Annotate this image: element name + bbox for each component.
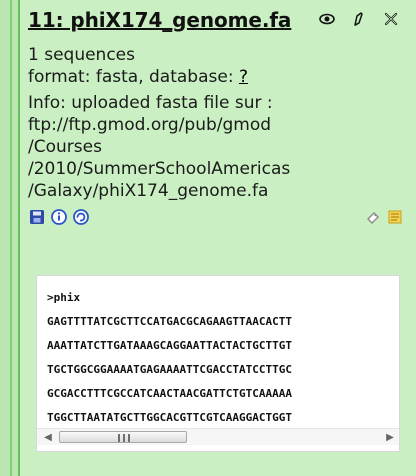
info-line-5: /Galaxy/phiX174_genome.fa (28, 181, 269, 201)
database-link[interactable]: ? (239, 67, 248, 87)
sequence-line-4: GCGACCTTTCGCCATCAACTAACGATTCTGTCAAAAA (47, 387, 293, 400)
sequence-count: 1 sequences (28, 45, 135, 65)
dataset-meta: 1 sequences format: fasta, database: ? (28, 44, 410, 88)
sequence-line-3: TGCTGGCGGAAAATGAGAAAATTCGACCTATCCTTGC (47, 363, 293, 376)
save-icon[interactable] (28, 208, 46, 226)
horizontal-scrollbar[interactable]: ◀ ▶ (37, 428, 399, 445)
rerun-icon[interactable] (72, 208, 90, 226)
format-database-line: format: fasta, database: ? (28, 66, 410, 88)
dataset-info: Info: uploaded fasta file sur : ftp://ft… (28, 92, 410, 202)
tag-icon[interactable] (364, 208, 382, 226)
info-line-4: /2010/SummerSchoolAmericas (28, 159, 291, 179)
sequence-preview-content: >phix GAGTTTTATCGCTTCCATGACGCAGAAGTTAACA… (37, 276, 399, 430)
left-strip (0, 0, 20, 476)
dataset-title-row: 11: phiX174_genome.fa (28, 8, 410, 38)
sequence-line-2: AAATTATCTTGATAAAGCAGGAATTACTACTGCTTGT (47, 339, 293, 352)
format-database-prefix: format: fasta, database: (28, 67, 239, 87)
dataset-title[interactable]: 11: phiX174_genome.fa (28, 8, 291, 32)
scrollbar-grip-icon (118, 434, 130, 442)
pencil-icon[interactable] (350, 10, 368, 28)
sequence-line-1: GAGTTTTATCGCTTCCATGACGCAGAAGTTAACACTT (47, 315, 293, 328)
delete-icon[interactable] (382, 10, 400, 28)
history-item-panel: 11: phiX174_genome.fa 1 sequences format… (0, 0, 416, 476)
info-line-3: /Courses (28, 137, 102, 157)
annotation-icon[interactable] (386, 208, 404, 226)
info-line-1: Info: uploaded fasta file sur : (28, 93, 273, 113)
scroll-left-arrow-icon[interactable]: ◀ (39, 430, 57, 445)
scroll-right-arrow-icon[interactable]: ▶ (381, 430, 399, 445)
left-action-icons (28, 208, 90, 226)
eye-icon[interactable] (318, 10, 336, 28)
dataset-content: 11: phiX174_genome.fa 1 sequences format… (28, 8, 410, 234)
info-line-2: ftp://ftp.gmod.org/pub/gmod (28, 115, 272, 135)
right-action-icons (364, 208, 404, 226)
info-icon[interactable] (50, 208, 68, 226)
sequence-header: >phix (47, 291, 81, 304)
scrollbar-thumb[interactable] (59, 431, 187, 443)
dataset-action-row (28, 208, 410, 234)
sequence-preview-box[interactable]: >phix GAGTTTTATCGCTTCCATGACGCAGAAGTTAACA… (36, 275, 400, 452)
sequence-line-5: TGGCTTAATATGCTTGGCACGTTCGTCAAGGACTGGT (47, 411, 293, 424)
dataset-title-icons (318, 10, 400, 28)
